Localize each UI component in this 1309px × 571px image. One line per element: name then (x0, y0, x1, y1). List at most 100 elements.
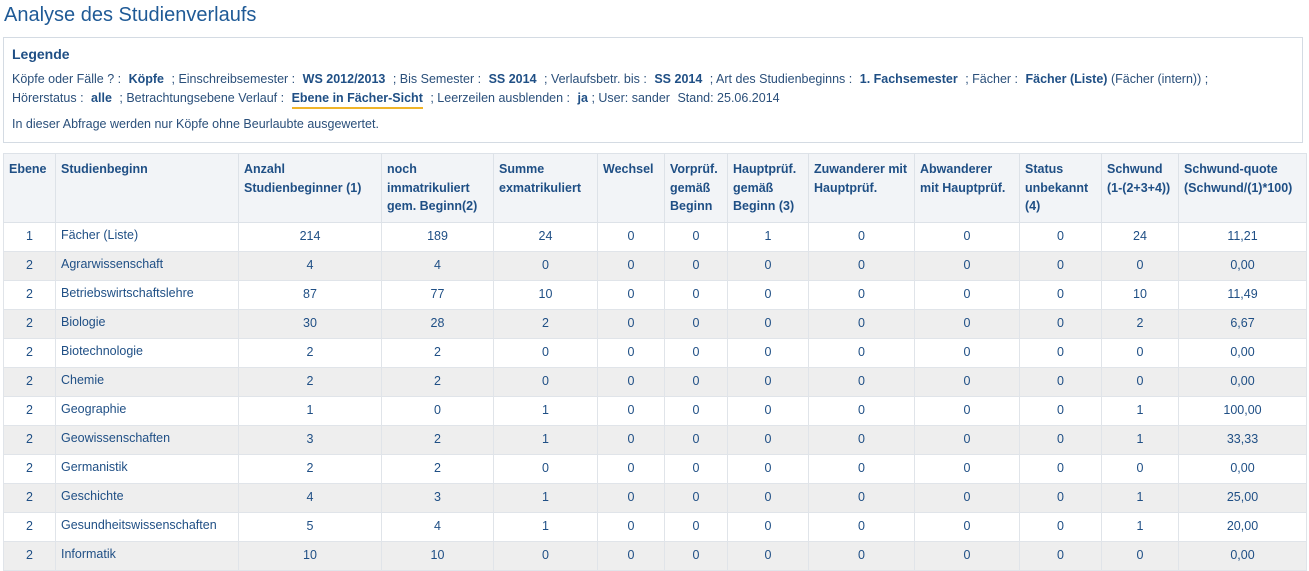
table-row: 2 Betriebswirtschaftslehre 87 77 10 0 0 0 0 0 0 10 1… (3, 279, 1307, 310)
legend-line-1: Köpfe oder Fälle ? : Köpfe ; Einschreibs… (12, 72, 1208, 86)
col-header-abwanderer[interactable]: Abwanderer mit Hauptprüf. (914, 153, 1020, 223)
cell-hauptpruef: 0 (727, 511, 809, 542)
cell-anzahl: 4 (238, 482, 382, 513)
cell-zuwanderer: 0 (808, 395, 915, 426)
col-header-hauptpruef[interactable]: Hauptprüf. gemäß Beginn (3) (727, 153, 809, 223)
col-header-schwund[interactable]: Schwund (1-(2+3+4)) (1101, 153, 1179, 223)
cell-status-unbekannt: 0 (1019, 250, 1102, 281)
col-header-status-unbekannt[interactable]: Status unbekannt (4) (1019, 153, 1102, 223)
cell-vorpruef: 0 (664, 366, 728, 397)
cell-status-unbekannt: 0 (1019, 279, 1102, 310)
cell-schwund: 24 (1101, 221, 1179, 252)
cell-schwundquote: 0,00 (1178, 250, 1307, 281)
cell-vorpruef: 0 (664, 511, 728, 542)
cell-studienbeginn[interactable]: Biologie (55, 308, 239, 339)
cell-wechsel: 0 (597, 221, 665, 252)
col-header-studienbeginn[interactable]: Studienbeginn (55, 153, 239, 223)
cell-ebene: 2 (3, 482, 56, 513)
cell-studienbeginn[interactable]: Chemie (55, 366, 239, 397)
table-row: 2 Germanistik 2 2 0 0 0 0 0 0 0 0 0,00 (3, 453, 1307, 484)
cell-anzahl: 2 (238, 337, 382, 368)
cell-schwundquote: 100,00 (1178, 395, 1307, 426)
cell-studienbeginn[interactable]: Geschichte (55, 482, 239, 513)
cell-schwundquote: 11,49 (1178, 279, 1307, 310)
cell-hauptpruef: 0 (727, 337, 809, 368)
legend-label-faecher: ; Fächer : (965, 72, 1019, 86)
cell-noch-immatrikuliert: 28 (381, 308, 494, 339)
cell-studienbeginn[interactable]: Geowissenschaften (55, 424, 239, 455)
cell-studienbeginn[interactable]: Gesundheitswissenschaften (55, 511, 239, 542)
cell-schwundquote: 0,00 (1178, 540, 1307, 571)
cell-vorpruef: 0 (664, 337, 728, 368)
table-row: 2 Agrarwissenschaft 4 4 0 0 0 0 0 0 0 0 0,00 (3, 250, 1307, 281)
cell-schwund: 0 (1101, 366, 1179, 397)
cell-wechsel: 0 (597, 366, 665, 397)
legend-value-studienbeginn: 1. Fachsemester (859, 72, 958, 86)
cell-hauptpruef: 0 (727, 366, 809, 397)
col-header-schwundquote[interactable]: Schwund-quote (Schwund/(1)*100) (1178, 153, 1307, 223)
cell-noch-immatrikuliert: 77 (381, 279, 494, 310)
cell-schwund: 0 (1101, 453, 1179, 484)
table-row: 2 Geowissenschaften 3 2 1 0 0 0 0 0 0 1 33,33 (3, 424, 1307, 455)
cell-studienbeginn[interactable]: Biotechnologie (55, 337, 239, 368)
cell-wechsel: 0 (597, 337, 665, 368)
col-header-anzahl[interactable]: Anzahl Studienbeginner (1) (238, 153, 382, 223)
col-header-noch-immatrikuliert[interactable]: noch immatrikuliert gem. Beginn(2) (381, 153, 494, 223)
cell-schwund: 1 (1101, 511, 1179, 542)
table-row: 2 Geographie 1 0 1 0 0 0 0 0 0 1 100,00 (3, 395, 1307, 426)
cell-ebene: 2 (3, 337, 56, 368)
col-header-wechsel[interactable]: Wechsel (597, 153, 665, 223)
cell-hauptpruef: 0 (727, 279, 809, 310)
cell-wechsel: 0 (597, 424, 665, 455)
cell-studienbeginn[interactable]: Informatik (55, 540, 239, 571)
cell-vorpruef: 0 (664, 540, 728, 571)
legend-faecher-intern: (Fächer (intern)) ; (1110, 72, 1209, 86)
cell-vorpruef: 0 (664, 221, 728, 252)
legend-value-verlaufsbetr: SS 2014 (654, 72, 703, 86)
col-header-zuwanderer[interactable]: Zuwanderer mit Hauptprüf. (808, 153, 915, 223)
cell-summe-exmatrikuliert: 0 (493, 250, 598, 281)
legend-label-verlaufsbetr: ; Verlaufsbetr. bis : (544, 72, 647, 86)
cell-abwanderer: 0 (914, 250, 1020, 281)
cell-noch-immatrikuliert: 3 (381, 482, 494, 513)
cell-noch-immatrikuliert: 2 (381, 366, 494, 397)
cell-studienbeginn[interactable]: Betriebswirtschaftslehre (55, 279, 239, 310)
cell-zuwanderer: 0 (808, 308, 915, 339)
cell-noch-immatrikuliert: 0 (381, 395, 494, 426)
results-table: Ebene Studienbeginn Anzahl Studienbeginn… (3, 153, 1307, 571)
cell-schwundquote: 20,00 (1178, 511, 1307, 542)
table-row: 2 Informatik 10 10 0 0 0 0 0 0 0 0 0,00 (3, 540, 1307, 571)
cell-hauptpruef: 0 (727, 482, 809, 513)
table-header-row: Ebene Studienbeginn Anzahl Studienbeginn… (3, 153, 1307, 223)
cell-anzahl: 10 (238, 540, 382, 571)
cell-summe-exmatrikuliert: 10 (493, 279, 598, 310)
cell-status-unbekannt: 0 (1019, 540, 1102, 571)
col-header-vorpruef[interactable]: Vorprüf. gemäß Beginn (664, 153, 728, 223)
cell-ebene: 2 (3, 511, 56, 542)
cell-studienbeginn[interactable]: Geographie (55, 395, 239, 426)
cell-schwundquote: 0,00 (1178, 366, 1307, 397)
cell-studienbeginn[interactable]: Germanistik (55, 453, 239, 484)
cell-vorpruef: 0 (664, 308, 728, 339)
cell-noch-immatrikuliert: 10 (381, 540, 494, 571)
col-header-summe-exmatrikuliert[interactable]: Summe exmatrikuliert (493, 153, 598, 223)
cell-studienbeginn[interactable]: Agrarwissenschaft (55, 250, 239, 281)
page-title: Analyse des Studienverlaufs (4, 4, 257, 26)
table-row: 2 Geschichte 4 3 1 0 0 0 0 0 0 1 25,00 (3, 482, 1307, 513)
table-row: 2 Biotechnologie 2 2 0 0 0 0 0 0 0 0 0,00 (3, 337, 1307, 368)
cell-wechsel: 0 (597, 482, 665, 513)
cell-zuwanderer: 0 (808, 366, 915, 397)
cell-schwund: 10 (1101, 279, 1179, 310)
col-header-ebene[interactable]: Ebene (3, 153, 56, 223)
cell-hauptpruef: 0 (727, 540, 809, 571)
legend-label-koepfe: Köpfe oder Fälle ? : (12, 72, 122, 86)
cell-schwundquote: 6,67 (1178, 308, 1307, 339)
cell-wechsel: 0 (597, 250, 665, 281)
cell-summe-exmatrikuliert: 1 (493, 482, 598, 513)
cell-status-unbekannt: 0 (1019, 395, 1102, 426)
cell-studienbeginn[interactable]: Fächer (Liste) (55, 221, 239, 252)
legend-value-einschreibsemester: WS 2012/2013 (302, 72, 386, 86)
cell-schwund: 1 (1101, 482, 1179, 513)
cell-schwund: 1 (1101, 395, 1179, 426)
cell-vorpruef: 0 (664, 250, 728, 281)
